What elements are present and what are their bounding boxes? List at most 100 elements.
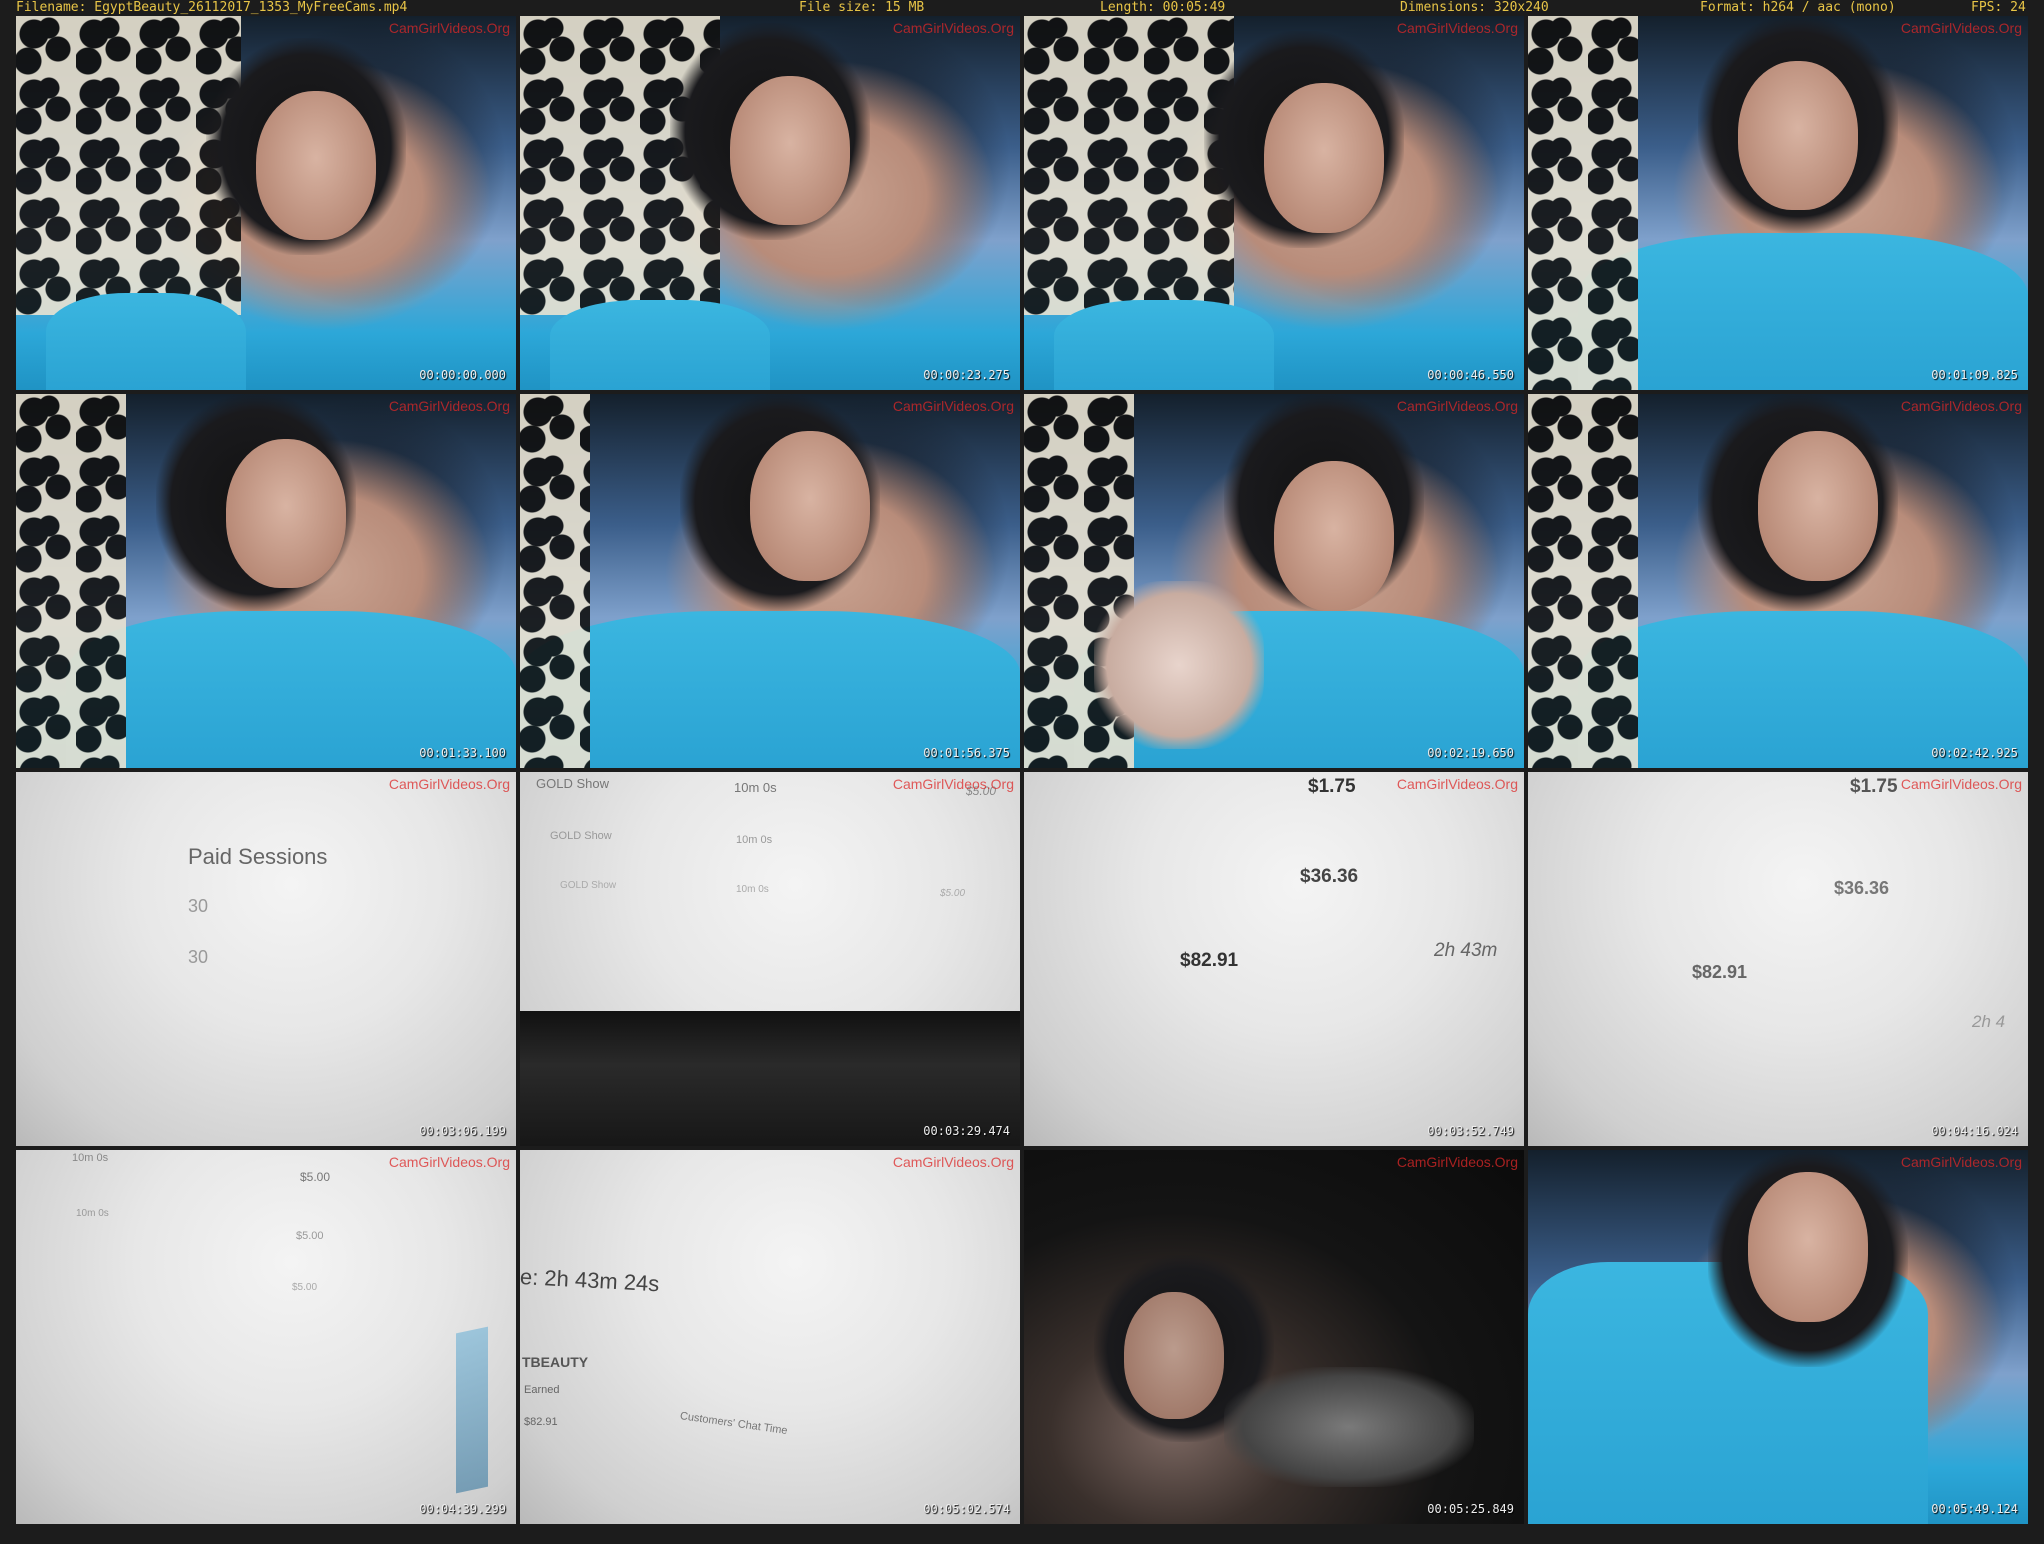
shirt <box>550 300 770 390</box>
thumbnail-1[interactable]: CamGirlVideos.Org 00:00:00.000 <box>16 16 516 390</box>
screen-text: $1.75 <box>1850 776 1898 797</box>
thumbnail-11[interactable]: $1.75 $36.36 $82.91 2h 43m CamGirlVideos… <box>1024 772 1524 1146</box>
thumbnail-image <box>16 1150 516 1524</box>
screen-text: 10m 0s <box>72 1152 109 1164</box>
thumbnail-13[interactable]: 10m 0s $5.00 10m 0s $5.00 $5.00 CamGirlV… <box>16 1150 516 1524</box>
watermark: CamGirlVideos.Org <box>1396 1154 1518 1170</box>
screen-text: $1.75 <box>1308 776 1356 797</box>
dimensions-label: Dimensions: 320x240 <box>1400 0 1549 15</box>
watermark: CamGirlVideos.Org <box>1900 776 2022 792</box>
screen-text: $36.36 <box>1834 878 1890 898</box>
shirt <box>520 610 1020 768</box>
screen-text: 2h 43m <box>1434 940 1498 961</box>
thumbnail-image <box>1528 772 2028 1146</box>
face <box>1738 60 1858 211</box>
face <box>1758 431 1878 581</box>
timestamp: 00:00:46.550 <box>1427 368 1514 382</box>
screen-text: GOLD Show <box>560 880 617 891</box>
shirt <box>1578 610 2028 768</box>
thumbnail-4[interactable]: CamGirlVideos.Org 00:01:09.825 <box>1528 16 2028 390</box>
watermark: CamGirlVideos.Org <box>1396 398 1518 414</box>
blanket <box>16 394 126 768</box>
watermark: CamGirlVideos.Org <box>1900 398 2022 414</box>
thumbnail-6[interactable]: CamGirlVideos.Org 00:01:56.375 <box>520 394 1020 768</box>
shirt <box>1578 232 2028 390</box>
pillow <box>1224 1366 1474 1487</box>
timestamp: 00:05:25.849 <box>1427 1502 1514 1516</box>
shirt <box>1054 300 1274 390</box>
watermark: CamGirlVideos.Org <box>892 398 1014 414</box>
blanket <box>1528 16 1638 390</box>
thumbnail-15[interactable]: CamGirlVideos.Org 00:05:25.849 <box>1024 1150 1524 1524</box>
watermark: CamGirlVideos.Org <box>892 776 1014 792</box>
length-label: Length: 00:05:49 <box>1100 0 1226 15</box>
screen-text: $5.00 <box>292 1282 318 1293</box>
screen-text: 10m 0s <box>736 834 773 846</box>
screen-text: GOLD Show <box>536 776 609 791</box>
timestamp: 00:05:02.574 <box>923 1502 1010 1516</box>
blanket <box>520 394 590 768</box>
watermark: CamGirlVideos.Org <box>388 1154 510 1170</box>
timestamp: 00:00:23.275 <box>923 368 1010 382</box>
blanket <box>1024 16 1234 316</box>
timestamp: 00:01:56.375 <box>923 746 1010 760</box>
blanket <box>1528 394 1638 768</box>
thumbnail-5[interactable]: CamGirlVideos.Org 00:01:33.100 <box>16 394 516 768</box>
screen-text: $82.91 <box>524 1416 558 1428</box>
watermark: CamGirlVideos.Org <box>388 776 510 792</box>
thumbnail-grid: CamGirlVideos.Org 00:00:00.000 CamGirlVi… <box>16 16 2028 1524</box>
thumbnail-8[interactable]: CamGirlVideos.Org 00:02:42.925 <box>1528 394 2028 768</box>
fps-label: FPS: 24 <box>1971 0 2026 15</box>
timestamp: 00:01:09.825 <box>1931 368 2018 382</box>
screen-text: 30 <box>188 947 209 967</box>
info-header: Filename: EgyptBeauty_26112017_1353_MyFr… <box>0 0 2044 16</box>
watermark: CamGirlVideos.Org <box>388 398 510 414</box>
thumbnail-7[interactable]: CamGirlVideos.Org 00:02:19.650 <box>1024 394 1524 768</box>
watermark: CamGirlVideos.Org <box>1396 776 1518 792</box>
timestamp: 00:03:52.749 <box>1427 1124 1514 1138</box>
screen-text: 10m 0s <box>736 884 769 895</box>
screen-sidebar <box>456 1326 488 1494</box>
thumbnail-12[interactable]: $1.75 $36.36 $82.91 2h 4 CamGirlVideos.O… <box>1528 772 2028 1146</box>
screen-text: $5.00 <box>940 888 966 899</box>
watermark: CamGirlVideos.Org <box>1900 1154 2022 1170</box>
format-label: Format: h264 / aac (mono) <box>1700 0 1896 15</box>
thumbnail-9[interactable]: Paid Sessions 30 30 CamGirlVideos.Org 00… <box>16 772 516 1146</box>
timestamp: 00:00:00.000 <box>419 368 506 382</box>
screen-text: 2h 4 <box>1972 1012 2006 1031</box>
screen-text: $82.91 <box>1692 962 1748 982</box>
face <box>226 438 346 589</box>
screen-text: TBEAUTY <box>522 1354 589 1370</box>
face <box>1748 1172 1868 1323</box>
thumbnail-16[interactable]: CamGirlVideos.Org 00:05:49.124 <box>1528 1150 2028 1524</box>
screen-text: GOLD Show <box>550 830 612 842</box>
face <box>256 90 376 241</box>
timestamp: 00:03:06.199 <box>419 1124 506 1138</box>
thumbnail-14[interactable]: e: 2h 43m 24s TBEAUTY Earned $82.91 Cust… <box>520 1150 1020 1524</box>
screen-text: $36.36 <box>1300 866 1359 887</box>
thumbnail-3[interactable]: CamGirlVideos.Org 00:00:46.550 <box>1024 16 1524 390</box>
face <box>750 431 870 581</box>
filesize-label: File size: 15 MB <box>799 0 925 15</box>
screen-text: $5.00 <box>300 1170 331 1184</box>
thumbnail-image <box>520 1150 1020 1524</box>
timestamp: 00:04:16.024 <box>1931 1124 2018 1138</box>
screen-text: 10m 0s <box>76 1208 109 1219</box>
timestamp: 00:05:49.124 <box>1931 1502 2018 1516</box>
face <box>730 75 850 226</box>
hand <box>1094 581 1264 750</box>
thumbnail-2[interactable]: CamGirlVideos.Org 00:00:23.275 <box>520 16 1020 390</box>
timestamp: 00:04:39.299 <box>419 1502 506 1516</box>
thumbnail-10[interactable]: GOLD Show 10m 0s $5.00 GOLD Show 10m 0s … <box>520 772 1020 1146</box>
timestamp: 00:01:33.100 <box>419 746 506 760</box>
screen-text: $82.91 <box>1180 950 1239 971</box>
timestamp: 00:03:29.474 <box>923 1124 1010 1138</box>
watermark: CamGirlVideos.Org <box>388 20 510 36</box>
watermark: CamGirlVideos.Org <box>1900 20 2022 36</box>
shirt <box>46 292 246 390</box>
shirt <box>66 610 516 768</box>
face <box>1274 461 1394 611</box>
timestamp: 00:02:42.925 <box>1931 746 2018 760</box>
watermark: CamGirlVideos.Org <box>892 1154 1014 1170</box>
face <box>1264 83 1384 233</box>
